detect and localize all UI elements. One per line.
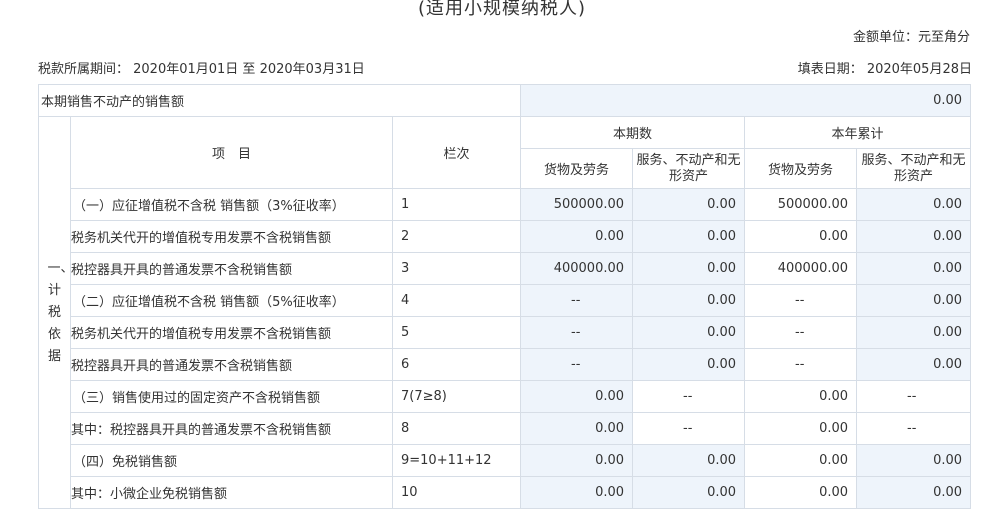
current-goods-amount[interactable]: 400000.00 (520, 252, 634, 285)
current-goods-amount[interactable]: 0.00 (520, 380, 634, 413)
current-services-amount[interactable]: -- (632, 412, 746, 445)
row-line-number: 7(7≥8) (391, 380, 522, 413)
row-line-number: 9=10+11+12 (391, 444, 522, 477)
tax-period: 税款所属期间： 2020年01月01日 至 2020年03月31日 (38, 62, 365, 77)
row-line-number: 8 (391, 412, 522, 445)
current-services-amount[interactable]: 0.00 (632, 348, 746, 381)
table-row: （四）免税销售额 9=10+11+12 0.00 0.00 0.00 0.00 (39, 444, 972, 477)
current-services-amount[interactable]: 0.00 (632, 188, 746, 221)
row-line-number: 4 (391, 284, 522, 317)
row-item-label: 税控器具开具的普通发票不含税销售额 (70, 252, 393, 285)
table-row: 税务机关代开的增值税专用发票不含税销售额 2 0.00 0.00 0.00 0.00 (39, 220, 972, 253)
row-line-number: 3 (391, 252, 522, 285)
table-row: （三）销售使用过的固定资产不含税销售额 7(7≥8) 0.00 -- 0.00 -- (39, 380, 972, 413)
row-item-label: （一）应征增值税不含税 销售额（3%征收率） (70, 188, 393, 221)
column-header-item: 项 目 (70, 116, 393, 189)
subheader-goods-current: 货物及劳务 (520, 148, 634, 189)
row-line-number: 6 (391, 348, 522, 381)
column-header-current-period: 本期数 (520, 116, 746, 149)
current-services-amount[interactable]: 0.00 (632, 220, 746, 253)
current-goods-amount[interactable]: -- (520, 284, 634, 317)
ytd-services-amount[interactable]: 0.00 (856, 220, 972, 253)
current-services-amount[interactable]: 0.00 (632, 476, 746, 509)
current-services-amount[interactable]: 0.00 (632, 284, 746, 317)
ytd-services-amount[interactable]: 0.00 (856, 284, 972, 317)
current-goods-amount[interactable]: -- (520, 348, 634, 381)
row-line-number: 10 (391, 476, 522, 509)
column-header-year-to-date: 本年累计 (744, 116, 972, 149)
current-goods-amount[interactable]: 500000.00 (520, 188, 634, 221)
table-row: （二）应征增值税不含税 销售额（5%征收率） 4 -- 0.00 -- 0.00 (39, 284, 972, 317)
row-item-label: 其中：小微企业免税销售额 (70, 476, 393, 509)
ytd-goods-amount: 0.00 (744, 444, 858, 477)
ytd-services-amount[interactable]: -- (856, 380, 972, 413)
row-line-number: 1 (391, 188, 522, 221)
table-row: 税控器具开具的普通发票不含税销售额 6 -- 0.00 -- 0.00 (39, 348, 972, 381)
ytd-services-amount[interactable]: 0.00 (856, 476, 972, 509)
current-goods-amount[interactable]: -- (520, 316, 634, 349)
realestate-sales-value[interactable]: 0.00 (520, 84, 972, 117)
table-row: 税控器具开具的普通发票不含税销售额 3 400000.00 0.00 400000.00… (39, 252, 972, 285)
row-item-label: 税务机关代开的增值税专用发票不含税销售额 (70, 316, 393, 349)
ytd-goods-amount: 0.00 (744, 412, 858, 445)
row-item-label: 其中：税控器具开具的普通发票不含税销售额 (70, 412, 393, 445)
ytd-services-amount[interactable]: 0.00 (856, 188, 972, 221)
ytd-services-amount[interactable]: 0.00 (856, 348, 972, 381)
current-goods-amount[interactable]: 0.00 (520, 476, 634, 509)
column-header-line: 栏次 (391, 116, 522, 189)
table-row: （一）应征增值税不含税 销售额（3%征收率） 1 500000.00 0.00 5000… (39, 188, 972, 221)
subheader-goods-ytd: 货物及劳务 (744, 148, 858, 189)
current-goods-amount[interactable]: 0.00 (520, 444, 634, 477)
tax-return-table: 本期销售不动产的销售额 0.00 一、计税依据 项 目 栏次 本期数 本年累计 … (37, 84, 972, 509)
current-services-amount[interactable]: -- (632, 380, 746, 413)
ytd-services-amount[interactable]: 0.00 (856, 316, 972, 349)
ytd-goods-amount: -- (744, 348, 858, 381)
table-row: 其中：税控器具开具的普通发票不含税销售额 8 0.00 -- 0.00 -- (39, 412, 972, 445)
realestate-sales-label: 本期销售不动产的销售额 (37, 84, 522, 117)
ytd-services-amount[interactable]: 0.00 (856, 444, 972, 477)
row-item-label: （二）应征增值税不含税 销售额（5%征收率） (70, 284, 393, 317)
row-line-number: 2 (391, 220, 522, 253)
fill-date: 填表日期： 2020年05月28日 (797, 62, 972, 77)
form-title: (适用小规模纳税人) (417, 0, 587, 19)
ytd-services-amount[interactable]: 0.00 (856, 252, 972, 285)
ytd-goods-amount: 0.00 (744, 220, 858, 253)
ytd-services-amount[interactable]: -- (856, 412, 972, 445)
subheader-services-current: 服务、不动产和无形资产 (632, 148, 746, 189)
row-item-label: 税控器具开具的普通发票不含税销售额 (70, 348, 393, 381)
row-item-label: 税务机关代开的增值税专用发票不含税销售额 (70, 220, 393, 253)
row-item-label: （三）销售使用过的固定资产不含税销售额 (70, 380, 393, 413)
subheader-services-ytd: 服务、不动产和无形资产 (856, 148, 972, 189)
ytd-goods-amount: 0.00 (744, 380, 858, 413)
ytd-goods-amount: 400000.00 (744, 252, 858, 285)
table-row: 其中：小微企业免税销售额 10 0.00 0.00 0.00 0.00 (39, 476, 972, 509)
ytd-goods-amount: -- (744, 284, 858, 317)
tax-basis-side-label: 一、计税依据 (38, 116, 71, 509)
ytd-goods-amount: 500000.00 (744, 188, 858, 221)
amount-unit: 金额单位：元至角分 (852, 30, 970, 45)
table-row: 税务机关代开的增值税专用发票不含税销售额 5 -- 0.00 -- 0.00 (39, 316, 972, 349)
ytd-goods-amount: -- (744, 316, 858, 349)
current-goods-amount[interactable]: 0.00 (520, 412, 634, 445)
current-services-amount[interactable]: 0.00 (632, 444, 746, 477)
ytd-goods-amount: 0.00 (744, 476, 858, 509)
current-services-amount[interactable]: 0.00 (632, 252, 746, 285)
current-goods-amount[interactable]: 0.00 (520, 220, 634, 253)
row-line-number: 5 (391, 316, 522, 349)
current-services-amount[interactable]: 0.00 (632, 316, 746, 349)
row-item-label: （四）免税销售额 (70, 444, 393, 477)
